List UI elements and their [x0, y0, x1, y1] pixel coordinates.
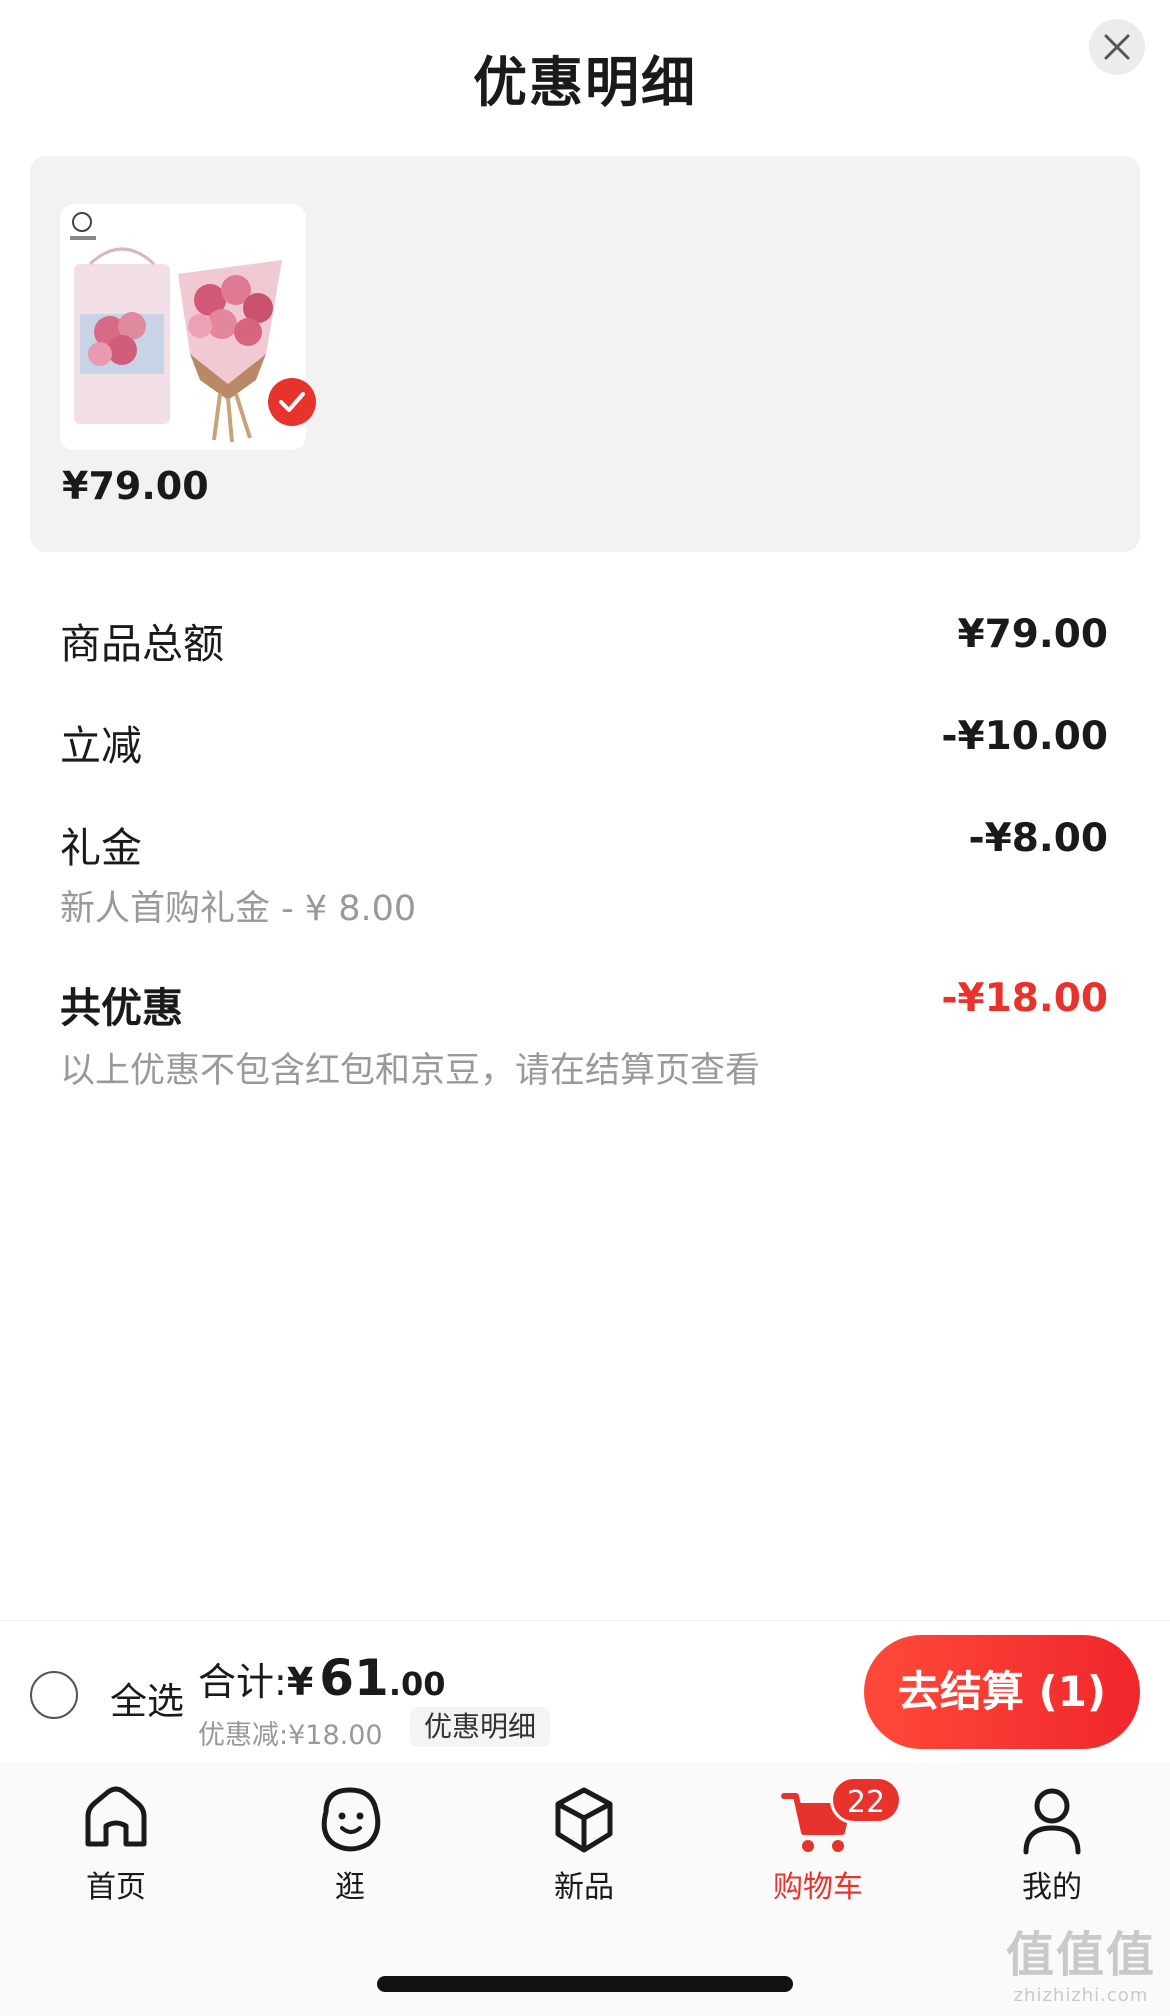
select-all-label[interactable]: 全选 [110, 1671, 184, 1725]
watermark-url: zhizhizhi.com [1013, 1985, 1149, 2006]
checkout-button[interactable]: 去结算 (1) [864, 1635, 1140, 1749]
row-value: -¥8.00 [968, 816, 1108, 861]
tab-label: 新品 [554, 1870, 614, 1905]
home-icon [85, 1786, 147, 1847]
product-panel: ¥79.00 [30, 156, 1140, 552]
tab-label: 购物车 [773, 1870, 863, 1905]
row-gift-money: 礼金 -¥8.00 [60, 814, 1108, 874]
tab-label: 逛 [335, 1870, 365, 1905]
site-watermark: 值值值 zhizhizhi.com [1006, 1915, 1156, 2006]
home-indicator[interactable] [377, 1976, 793, 1992]
cart-count-badge: 22 [830, 1776, 902, 1824]
tab-profile[interactable]: 我的 [972, 1782, 1132, 1905]
sheet-title: 优惠明细 [473, 51, 697, 114]
row-label: 共优惠 [60, 984, 183, 1032]
tab-label: 我的 [1022, 1870, 1082, 1905]
discount-detail-sheet: 优惠明细 ¥79.00 商品总额 ¥79.00 立减 -¥10.00 礼金 -¥… [0, 0, 1170, 1620]
discount-amount: 优惠减:¥18.00 [198, 1720, 383, 1751]
close-icon [1104, 34, 1130, 60]
watermark-logo: 值值值 [1005, 1927, 1156, 1983]
order-total: 合计:¥ 61.00 [198, 1649, 446, 1707]
cube-icon [555, 1787, 613, 1853]
row-instant-discount: 立减 -¥10.00 [60, 712, 1108, 772]
selected-check-badge[interactable] [268, 378, 316, 426]
total-integer: 61 [319, 1649, 389, 1707]
total-decimal: .00 [388, 1665, 446, 1703]
tab-new[interactable]: 新品 [504, 1782, 664, 1905]
discount-detail-chip[interactable]: 优惠明细 [410, 1707, 551, 1747]
checkmark-icon [279, 392, 305, 412]
row-total-discount: 共优惠 -¥18.00 [60, 974, 1108, 1034]
select-all-radio[interactable] [30, 1671, 78, 1719]
row-value: -¥10.00 [941, 714, 1108, 759]
close-button[interactable] [1089, 19, 1145, 75]
row-subtotal: 商品总额 ¥79.00 [60, 610, 1108, 670]
product-price: ¥79.00 [62, 464, 209, 508]
total-discount-note: 以上优惠不包含红包和京豆，请在结算页查看 [60, 1051, 761, 1091]
flower-bouquet-image [60, 204, 306, 450]
gift-money-note: 新人首购礼金 - ¥ 8.00 [60, 889, 417, 929]
product-thumbnail[interactable] [60, 204, 306, 450]
row-label: 立减 [60, 722, 142, 770]
tab-browse[interactable]: 逛 [270, 1782, 430, 1905]
tab-label: 首页 [86, 1870, 146, 1905]
row-label: 礼金 [60, 824, 142, 872]
face-icon [321, 1787, 381, 1852]
total-currency: ¥ [286, 1660, 314, 1704]
tab-home[interactable]: 首页 [36, 1782, 196, 1905]
row-value: -¥18.00 [941, 976, 1108, 1021]
row-value: ¥79.00 [957, 612, 1109, 657]
total-label: 合计: [198, 1660, 287, 1704]
row-label: 商品总额 [60, 620, 224, 668]
tab-cart[interactable]: 22 购物车 [738, 1776, 902, 1905]
checkout-bar: 全选 合计:¥ 61.00 优惠减:¥18.00 优惠明细 去结算 (1) [0, 1620, 1170, 1762]
user-icon [1023, 1788, 1081, 1855]
